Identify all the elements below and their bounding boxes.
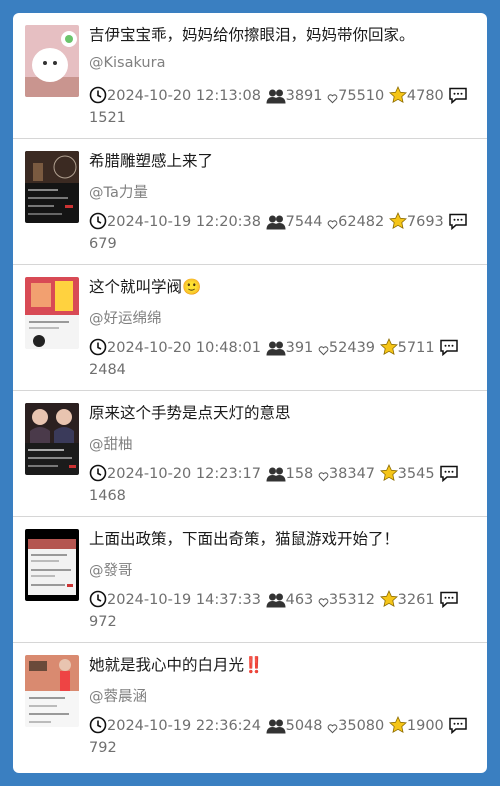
clock-icon	[89, 211, 107, 233]
post-time: 2024-10-20 12:23:17	[107, 466, 261, 482]
post-title[interactable]: 希腊雕塑感上来了	[89, 149, 479, 171]
heart-icon[interactable]	[318, 337, 329, 359]
star-icon[interactable]	[388, 211, 407, 233]
users-icon	[266, 337, 286, 359]
post-users: 5048	[285, 718, 323, 734]
post-time: 2024-10-19 14:37:33	[107, 592, 261, 608]
comment-icon[interactable]	[439, 589, 459, 611]
post-time: 2024-10-20 10:48:01	[107, 340, 261, 356]
post-time: 2024-10-19 12:20:38	[107, 214, 261, 230]
post-users: 7544	[285, 214, 323, 230]
post-author[interactable]: @甜柚	[89, 433, 133, 454]
post-likes: 75510	[338, 88, 385, 104]
post-comments: 972	[89, 614, 117, 630]
post-likes: 35312	[328, 592, 376, 608]
post-meta: 2024-10-19 12:20:38 7544 62482 7693 679	[89, 211, 469, 255]
heart-icon[interactable]	[318, 589, 329, 611]
post-likes: 62482	[338, 214, 385, 230]
post-likes: 52439	[328, 340, 376, 356]
users-icon	[266, 715, 286, 737]
comment-icon[interactable]	[448, 715, 468, 737]
post-thumbnail[interactable]	[25, 655, 79, 727]
post-title[interactable]: 这个就叫学阀🙂	[89, 275, 479, 297]
post-stars: 3545	[397, 466, 435, 482]
post-likes: 35080	[338, 718, 385, 734]
heart-icon[interactable]	[327, 211, 338, 233]
post-title[interactable]: 上面出政策，下面出奇策，猫鼠游戏开始了！	[89, 527, 479, 549]
post-comments: 1468	[89, 488, 126, 504]
star-icon[interactable]	[379, 463, 398, 485]
clock-icon	[89, 337, 107, 359]
users-icon	[266, 85, 286, 107]
post-card[interactable]: 这个就叫学阀🙂 @好运绵绵 2024-10-20 10:48:01 391 52…	[13, 265, 487, 391]
star-icon[interactable]	[388, 715, 407, 737]
post-users: 391	[285, 340, 314, 356]
clock-icon	[89, 589, 107, 611]
clock-icon	[89, 85, 107, 107]
post-author[interactable]: @Kisakura	[89, 55, 165, 71]
post-card[interactable]: 上面出政策，下面出奇策，猫鼠游戏开始了！ @發哥 2024-10-19 14:3…	[13, 517, 487, 643]
star-icon[interactable]	[379, 589, 398, 611]
post-title[interactable]: 吉伊宝宝乖，妈妈给你擦眼泪，妈妈带你回家。	[89, 23, 479, 45]
post-users: 463	[285, 592, 314, 608]
post-title[interactable]: 她就是我心中的白月光‼️	[89, 653, 479, 675]
users-icon	[266, 589, 286, 611]
post-stars: 5711	[397, 340, 435, 356]
post-card[interactable]: 原来这个手势是点天灯的意思 @甜柚 2024-10-20 12:23:17 15…	[13, 391, 487, 517]
comment-icon[interactable]	[448, 211, 468, 233]
heart-icon[interactable]	[327, 85, 338, 107]
users-icon	[266, 463, 286, 485]
star-icon[interactable]	[379, 337, 398, 359]
post-stars: 1900	[406, 718, 444, 734]
post-comments: 2484	[89, 362, 126, 378]
post-author[interactable]: @Ta力量	[89, 181, 148, 202]
post-thumbnail[interactable]	[25, 151, 79, 223]
comment-icon[interactable]	[439, 337, 459, 359]
post-card[interactable]: 吉伊宝宝乖，妈妈给你擦眼泪，妈妈带你回家。 @Kisakura 2024-10-…	[13, 13, 487, 139]
comment-icon[interactable]	[439, 463, 459, 485]
comment-icon[interactable]	[448, 85, 468, 107]
clock-icon	[89, 463, 107, 485]
post-title[interactable]: 原来这个手势是点天灯的意思	[89, 401, 479, 423]
post-card[interactable]: 她就是我心中的白月光‼️ @蓉晨涵 2024-10-19 22:36:24 50…	[13, 643, 487, 769]
post-thumbnail[interactable]	[25, 529, 79, 601]
post-stars: 3261	[397, 592, 435, 608]
post-thumbnail[interactable]	[25, 277, 79, 349]
post-list: 吉伊宝宝乖，妈妈给你擦眼泪，妈妈带你回家。 @Kisakura 2024-10-…	[13, 13, 487, 773]
post-time: 2024-10-20 12:13:08	[107, 88, 261, 104]
post-time: 2024-10-19 22:36:24	[107, 718, 261, 734]
heart-icon[interactable]	[327, 715, 338, 737]
post-comments: 792	[89, 740, 117, 756]
post-thumbnail[interactable]	[25, 403, 79, 475]
post-likes: 38347	[328, 466, 376, 482]
post-card[interactable]: 希腊雕塑感上来了 @Ta力量 2024-10-19 12:20:38 7544 …	[13, 139, 487, 265]
post-author[interactable]: @發哥	[89, 559, 133, 580]
post-thumbnail[interactable]	[25, 25, 79, 97]
post-author[interactable]: @蓉晨涵	[89, 685, 147, 706]
post-comments: 1521	[89, 110, 126, 126]
clock-icon	[89, 715, 107, 737]
users-icon	[266, 211, 286, 233]
post-users: 158	[285, 466, 314, 482]
post-stars: 7693	[406, 214, 444, 230]
post-comments: 679	[89, 236, 117, 252]
post-author[interactable]: @好运绵绵	[89, 307, 162, 328]
post-meta: 2024-10-19 14:37:33 463 35312 3261 972	[89, 589, 469, 633]
post-meta: 2024-10-20 12:13:08 3891 75510 4780 1521	[89, 85, 469, 129]
post-meta: 2024-10-20 10:48:01 391 52439 5711 2484	[89, 337, 469, 381]
post-stars: 4780	[406, 88, 444, 104]
post-meta: 2024-10-19 22:36:24 5048 35080 1900 792	[89, 715, 469, 759]
star-icon[interactable]	[388, 85, 407, 107]
post-users: 3891	[285, 88, 323, 104]
post-meta: 2024-10-20 12:23:17 158 38347 3545 1468	[89, 463, 469, 507]
heart-icon[interactable]	[318, 463, 329, 485]
